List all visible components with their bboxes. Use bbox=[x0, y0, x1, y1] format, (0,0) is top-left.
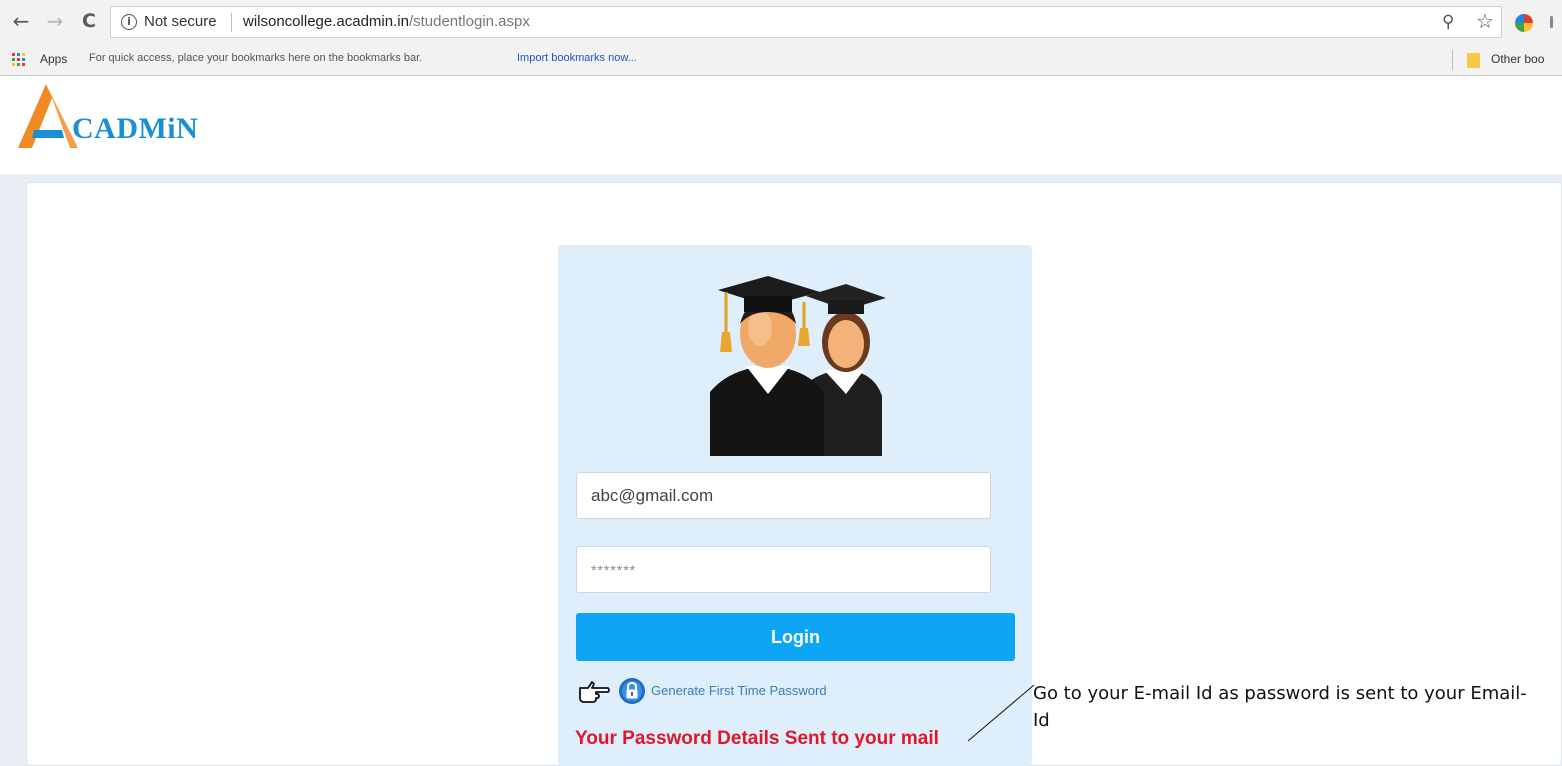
password-sent-message: Your Password Details Sent to your mail bbox=[575, 728, 939, 749]
acadmin-logo[interactable]: CADMiN bbox=[18, 84, 218, 154]
folder-icon[interactable] bbox=[1467, 53, 1480, 68]
pointing-hand-icon bbox=[579, 681, 610, 703]
key-icon[interactable]: ⚲ bbox=[1442, 12, 1454, 32]
forward-arrow-icon[interactable]: → bbox=[44, 10, 66, 32]
logo-text: CADMiN bbox=[72, 112, 199, 145]
logo-a-mark bbox=[18, 84, 78, 148]
other-bookmarks-label[interactable]: Other boo bbox=[1491, 52, 1544, 66]
reload-icon[interactable]: C bbox=[78, 10, 100, 32]
extension-icon[interactable] bbox=[1515, 14, 1533, 32]
bookmarks-bar: Apps For quick access, place your bookma… bbox=[0, 44, 1562, 76]
apps-grid-icon[interactable] bbox=[12, 53, 26, 67]
security-label[interactable]: Not secure bbox=[144, 13, 217, 30]
lock-icon[interactable] bbox=[618, 677, 646, 705]
email-field[interactable] bbox=[576, 472, 991, 519]
url-text[interactable]: wilsoncollege.acadmin.in/studentlogin.as… bbox=[243, 13, 530, 30]
url-divider bbox=[231, 13, 232, 32]
url-host: wilsoncollege.acadmin.in bbox=[243, 13, 409, 30]
menu-icon[interactable] bbox=[1550, 16, 1553, 28]
bookmarks-hint: For quick access, place your bookmarks h… bbox=[89, 52, 423, 64]
import-bookmarks-link[interactable]: Import bookmarks now... bbox=[517, 52, 637, 64]
bookmarks-divider bbox=[1452, 50, 1453, 70]
annotation-callout: Go to your E-mail Id as password is sent… bbox=[1033, 683, 1527, 731]
url-path: /studentlogin.aspx bbox=[408, 13, 530, 30]
graduates-avatar-icon bbox=[710, 276, 886, 456]
info-icon[interactable]: i bbox=[121, 14, 137, 30]
address-bar[interactable]: i Not secure wilsoncollege.acadmin.in/st… bbox=[110, 6, 1502, 38]
apps-label[interactable]: Apps bbox=[40, 52, 67, 66]
login-button[interactable]: Login bbox=[576, 613, 1015, 661]
generate-first-time-password-link[interactable]: Generate First Time Password bbox=[651, 683, 827, 698]
back-arrow-icon[interactable]: ← bbox=[10, 10, 32, 32]
star-icon[interactable]: ☆ bbox=[1476, 9, 1494, 33]
browser-toolbar: ← → C i Not secure wilsoncollege.acadmin… bbox=[0, 0, 1562, 44]
password-field[interactable] bbox=[576, 546, 991, 593]
